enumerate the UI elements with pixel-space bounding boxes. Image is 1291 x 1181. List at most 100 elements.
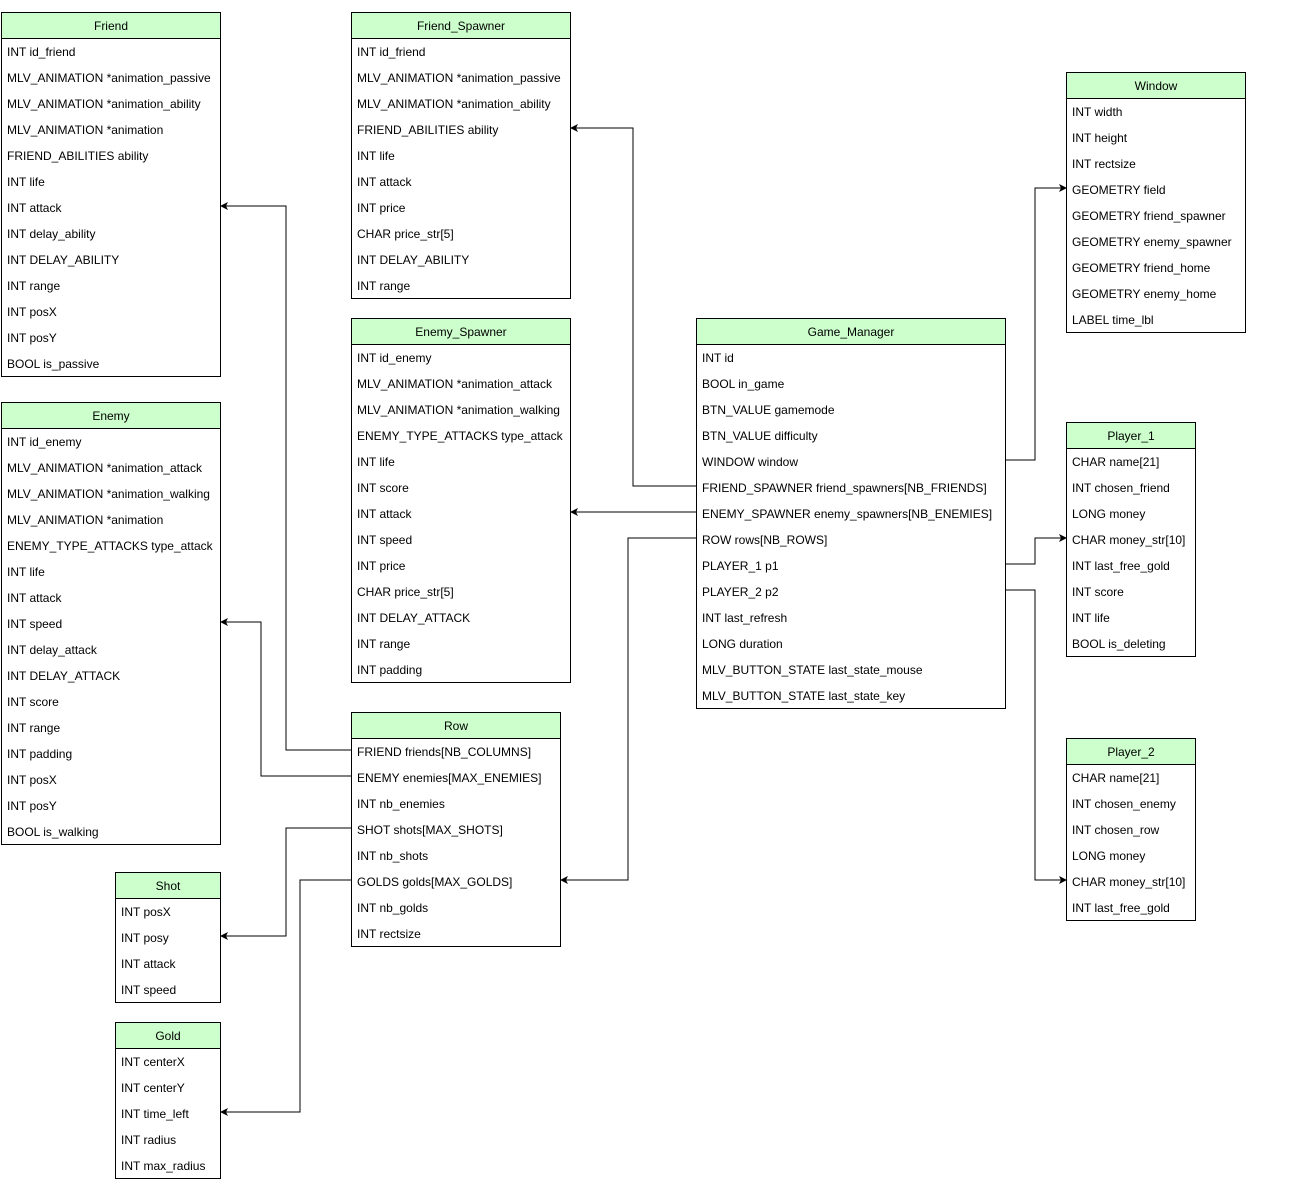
entity-field: INT delay_attack [7,643,97,657]
entity-field: CHAR name[21] [1072,771,1160,785]
entity-field: PLAYER_2 p2 [702,585,779,599]
entity-field: INT nb_shots [357,849,429,863]
entity-field: MLV_BUTTON_STATE last_state_mouse [702,663,923,677]
entity-field: INT posY [7,331,57,345]
relation-edge[interactable] [1005,184,1067,461]
entity-field: INT id_friend [357,45,426,59]
entity-field: INT width [1072,105,1123,119]
entity-field: INT height [1072,131,1128,145]
entity-field: INT attack [121,957,176,971]
entity-field: INT life [7,565,45,579]
entity-field: CHAR money_str[10] [1072,875,1186,889]
entity-field: GEOMETRY enemy_home [1072,287,1217,301]
entity-field: INT attack [357,507,412,521]
entity-field: INT life [1072,611,1110,625]
entity-title: Player_2 [1067,739,1195,765]
entity-field: PLAYER_1 p1 [702,559,779,573]
entity-enemy-spawner[interactable]: Enemy_Spawner INT id_enemy MLV_ANIMATION *… [351,318,571,683]
entity-window[interactable]: Window INT width INT height INT rectsize GEO… [1066,72,1246,333]
entity-field: INT nb_enemies [357,797,445,811]
entity-field: ENEMY_TYPE_ATTACKS type_attack [357,429,563,443]
entity-field: INT speed [121,983,177,997]
entity-field: INT delay_ability [7,227,96,241]
entity-friend[interactable]: Friend INT id_friend MLV_ANIMATION *animat… [1,12,221,377]
entity-game-manager[interactable]: Game_Manager INT id BOOL in_game BTN_VALUE … [696,318,1006,709]
entity-field: FRIEND_ABILITIES ability [357,123,499,137]
entity-field: MLV_BUTTON_STATE last_state_key [702,689,906,703]
entity-field: MLV_ANIMATION *animation_passive [7,71,211,85]
entity-enemy[interactable]: Enemy INT id_enemy MLV_ANIMATION *animatio… [1,402,221,845]
entity-field: WINDOW window [702,455,799,469]
entity-title: Friend_Spawner [352,13,570,39]
relation-edge[interactable] [570,124,696,487]
entity-field: INT price [357,559,406,573]
entity-field: INT radius [121,1133,177,1147]
entity-player-1[interactable]: Player_1 CHAR name[21] INT chosen_friend LO… [1066,422,1196,657]
entity-field: INT posX [7,305,57,319]
entity-field: INT rectsize [1072,157,1136,171]
entity-field: FRIEND_SPAWNER friend_spawners[NB_FRIEND… [702,481,987,495]
entity-field: MLV_ANIMATION *animation_ability [7,97,201,111]
entity-player-2[interactable]: Player_2 CHAR name[21] INT chosen_enemy INT… [1066,738,1196,921]
entity-field: FRIEND_ABILITIES ability [7,149,149,163]
entity-field: INT centerY [121,1081,185,1095]
entity-field: INT last_free_gold [1072,559,1170,573]
entity-title: Shot [116,873,220,899]
entity-field: BTN_VALUE difficulty [702,429,818,443]
entity-field: INT nb_golds [357,901,429,915]
entity-title: Window [1067,73,1245,99]
relation-edge[interactable] [220,827,351,940]
relation-edge[interactable] [1005,534,1067,565]
entity-field: INT score [357,481,409,495]
entity-field: INT attack [357,175,412,189]
relation-edge[interactable] [560,537,696,884]
entity-field: LONG duration [702,637,783,651]
entity-field: CHAR name[21] [1072,455,1160,469]
entity-field: INT life [7,175,45,189]
entity-field: INT posy [121,931,169,945]
entity-field: LABEL time_lbl [1072,313,1154,327]
entity-field: INT life [357,455,395,469]
entity-gold[interactable]: Gold INT centerX INT centerY INT time_left I… [115,1022,221,1179]
entity-field: SHOT shots[MAX_SHOTS] [357,823,503,837]
entity-field: MLV_ANIMATION *animation_passive [357,71,561,85]
entity-field: INT posX [121,905,171,919]
entity-field: GEOMETRY field [1072,183,1166,197]
entity-field: MLV_ANIMATION *animation [7,123,164,137]
entity-field: INT price [357,201,406,215]
entity-field: INT range [7,721,61,735]
entity-shot[interactable]: Shot INT posX INT posy INT attack INT speed [115,872,221,1003]
entity-title: Enemy_Spawner [352,319,570,345]
entity-field: FRIEND friends[NB_COLUMNS] [357,745,532,759]
entity-field: INT centerX [121,1055,185,1069]
entity-field: INT id [702,351,734,365]
relation-edge[interactable] [1005,589,1067,884]
entity-field: INT speed [357,533,413,547]
entity-field: INT range [357,637,411,651]
entity-field: ENEMY enemies[MAX_ENEMIES] [357,771,542,785]
entity-field: ENEMY_TYPE_ATTACKS type_attack [7,539,213,553]
entity-field: INT range [357,279,411,293]
entity-field: MLV_ANIMATION *animation_attack [357,377,552,391]
entity-field: INT id_enemy [357,351,432,365]
entity-field: INT rectsize [357,927,421,941]
entity-field: INT last_free_gold [1072,901,1170,915]
entity-field: CHAR price_str[5] [357,585,454,599]
entity-field: BTN_VALUE gamemode [702,403,835,417]
entity-field: INT attack [7,591,62,605]
entity-field: INT DELAY_ABILITY [357,253,470,267]
entity-field: INT attack [7,201,62,215]
entity-row[interactable]: Row FRIEND friends[NB_COLUMNS] ENEMY enemi… [351,712,561,947]
entity-field: INT id_friend [7,45,76,59]
entity-friend-spawner[interactable]: Friend_Spawner INT id_friend MLV_ANIMATION… [351,12,571,299]
entity-field: INT score [7,695,59,709]
entity-field: CHAR money_str[10] [1072,533,1186,547]
entity-field: BOOL in_game [702,377,785,391]
entity-field: MLV_ANIMATION *animation_attack [7,461,202,475]
entity-field: INT time_left [121,1107,189,1121]
entity-field: MLV_ANIMATION *animation_walking [357,403,560,417]
entity-field: INT max_radius [121,1159,206,1173]
entity-field: LONG money [1072,849,1146,863]
entity-title: Gold [116,1023,220,1049]
relation-edge[interactable] [220,202,351,751]
